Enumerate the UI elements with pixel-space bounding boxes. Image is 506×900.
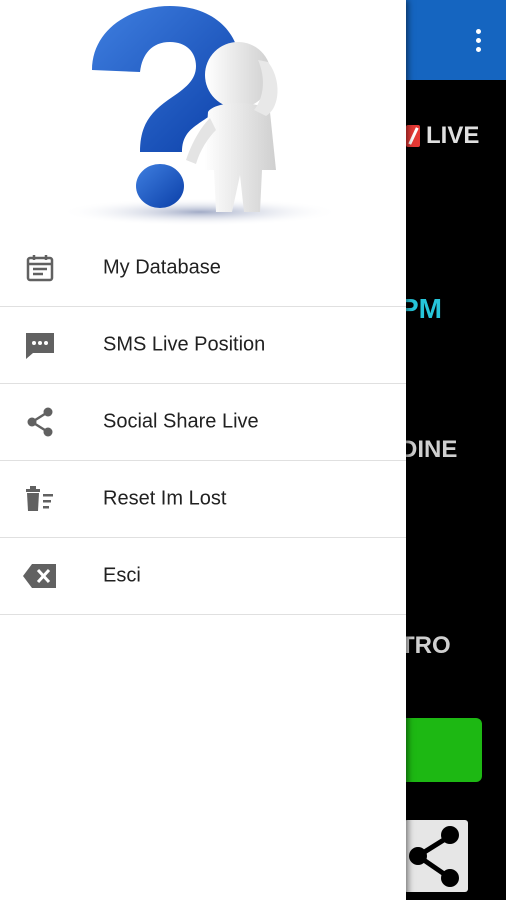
share-button[interactable] — [404, 820, 468, 892]
drawer-header — [0, 0, 406, 230]
live-icon — [406, 125, 420, 147]
calendar-icon — [22, 250, 58, 286]
menu-item-label: My Database — [103, 256, 221, 279]
menu-item-my-database[interactable]: My Database — [0, 230, 406, 307]
live-indicator: LIVE — [406, 118, 479, 154]
overflow-menu-icon[interactable] — [466, 22, 490, 58]
navigation-drawer: My Database SMS Live Position Social Sha… — [0, 0, 406, 900]
menu-item-esci[interactable]: Esci — [0, 538, 406, 615]
menu-item-label: SMS Live Position — [103, 333, 266, 356]
menu-item-sms-live-position[interactable]: SMS Live Position — [0, 307, 406, 384]
start-button[interactable] — [398, 718, 482, 782]
live-label: LIVE — [426, 122, 480, 149]
menu-item-label: Reset Im Lost — [103, 487, 227, 510]
menu-item-reset-im-lost[interactable]: Reset Im Lost — [0, 461, 406, 538]
share-icon — [22, 404, 58, 440]
question-mark-figure-image — [60, 6, 340, 226]
menu-item-social-share-live[interactable]: Social Share Live — [0, 384, 406, 461]
backspace-icon — [22, 558, 58, 594]
time-text: PM — [400, 293, 442, 324]
sms-icon — [22, 327, 58, 363]
share-icon — [409, 826, 459, 887]
coordinate-text: DINE — [400, 436, 458, 463]
drawer-menu-list: My Database SMS Live Position Social Sha… — [0, 230, 406, 615]
menu-item-label: Social Share Live — [103, 410, 259, 433]
meter-text: TRO — [400, 632, 451, 659]
delete-sweep-icon — [22, 481, 58, 517]
menu-item-label: Esci — [103, 564, 141, 587]
